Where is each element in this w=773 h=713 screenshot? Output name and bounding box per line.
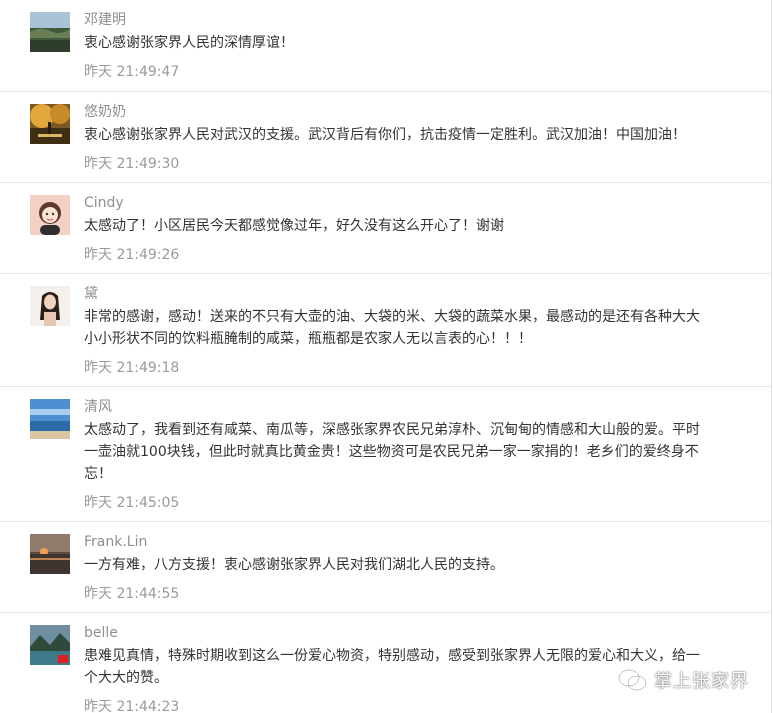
comment-content: 非常的感谢，感动！送来的不只有大壶的油、大袋的米、大袋的蔬菜水果，最感动的是还有…: [84, 309, 700, 347]
comment-list: 邓建明 衷心感谢张家界人民的深情厚谊！ 昨天 21:49:47 悠奶奶 衷心感谢…: [0, 0, 772, 713]
lake-mountain-avatar[interactable]: [30, 625, 70, 665]
comment-item: 黛 非常的感谢，感动！送来的不只有大壶的油、大袋的米、大袋的蔬菜水果，最感动的是…: [0, 274, 771, 387]
comment-item: Frank.Lin 一方有难，八方支援！衷心感谢张家界人民对我们湖北人民的支持。…: [0, 522, 771, 613]
watermark: 掌上张家界: [618, 667, 749, 693]
comment-item: Cindy 太感动了！小区居民今天都感觉像过年，好久没有这么开心了！谢谢 昨天 …: [0, 183, 771, 274]
comment-nickname[interactable]: 黛: [84, 284, 711, 304]
comment-nickname[interactable]: 清风: [84, 397, 711, 417]
landscape-avatar[interactable]: [30, 12, 70, 52]
comment-time: 昨天 21:44:55: [84, 586, 180, 602]
comment-content: 患难见真情，特殊时期收到这么一份爱心物资，特别感动，感受到张家界人无限的爱心和大…: [84, 648, 700, 686]
wechat-icon: [618, 668, 648, 692]
comment-body: 清风 太感动了，我看到还有咸菜、南瓜等，深感张家界农民兄弟淳朴、沉甸甸的情感和大…: [84, 397, 711, 513]
comment-body: 黛 非常的感谢，感动！送来的不只有大壶的油、大袋的米、大袋的蔬菜水果，最感动的是…: [84, 284, 711, 378]
watermark-text: 掌上张家界: [654, 671, 749, 692]
autumn-trees-avatar[interactable]: [30, 104, 70, 144]
comment-content: 一方有难，八方支援！衷心感谢张家界人民对我们湖北人民的支持。: [84, 557, 504, 573]
comment-nickname[interactable]: 邓建明: [84, 10, 711, 30]
comment-time: 昨天 21:44:23: [84, 699, 180, 713]
comment-content: 太感动了，我看到还有咸菜、南瓜等，深感张家界农民兄弟淳朴、沉甸甸的情感和大山般的…: [84, 422, 700, 482]
comment-nickname[interactable]: 悠奶奶: [84, 102, 711, 122]
comment-item: belle 患难见真情，特殊时期收到这么一份爱心物资，特别感动，感受到张家界人无…: [0, 613, 771, 713]
comment-content: 太感动了！小区居民今天都感觉像过年，好久没有这么开心了！谢谢: [84, 218, 504, 234]
comment-nickname[interactable]: Frank.Lin: [84, 532, 711, 552]
cartoon-girl-avatar[interactable]: [30, 195, 70, 235]
comment-item: 悠奶奶 衷心感谢张家界人民对武汉的支援。武汉背后有你们，抗击疫情一定胜利。武汉加…: [0, 92, 771, 183]
sunset-avatar[interactable]: [30, 534, 70, 574]
comment-content: 衷心感谢张家界人民的深情厚谊！: [84, 35, 294, 51]
comment-item: 清风 太感动了，我看到还有咸菜、南瓜等，深感张家界农民兄弟淳朴、沉甸甸的情感和大…: [0, 387, 771, 522]
comment-body: belle 患难见真情，特殊时期收到这么一份爱心物资，特别感动，感受到张家界人无…: [84, 623, 711, 713]
comment-time: 昨天 21:49:18: [84, 360, 180, 376]
comment-time: 昨天 21:49:47: [84, 64, 180, 80]
comment-time: 昨天 21:49:26: [84, 247, 180, 263]
comment-body: 悠奶奶 衷心感谢张家界人民对武汉的支援。武汉背后有你们，抗击疫情一定胜利。武汉加…: [84, 102, 711, 174]
comment-time: 昨天 21:45:05: [84, 495, 180, 511]
seascape-avatar[interactable]: [30, 399, 70, 439]
comment-content: 衷心感谢张家界人民对武汉的支援。武汉背后有你们，抗击疫情一定胜利。武汉加油！中国…: [84, 127, 686, 143]
woman-portrait-avatar[interactable]: [30, 286, 70, 326]
comment-body: 邓建明 衷心感谢张家界人民的深情厚谊！ 昨天 21:49:47: [84, 10, 711, 82]
comment-body: Frank.Lin 一方有难，八方支援！衷心感谢张家界人民对我们湖北人民的支持。…: [84, 532, 711, 604]
comment-nickname[interactable]: belle: [84, 623, 711, 643]
comment-time: 昨天 21:49:30: [84, 156, 180, 172]
comment-body: Cindy 太感动了！小区居民今天都感觉像过年，好久没有这么开心了！谢谢 昨天 …: [84, 193, 711, 265]
comment-nickname[interactable]: Cindy: [84, 193, 711, 213]
comment-item: 邓建明 衷心感谢张家界人民的深情厚谊！ 昨天 21:49:47: [0, 0, 771, 92]
